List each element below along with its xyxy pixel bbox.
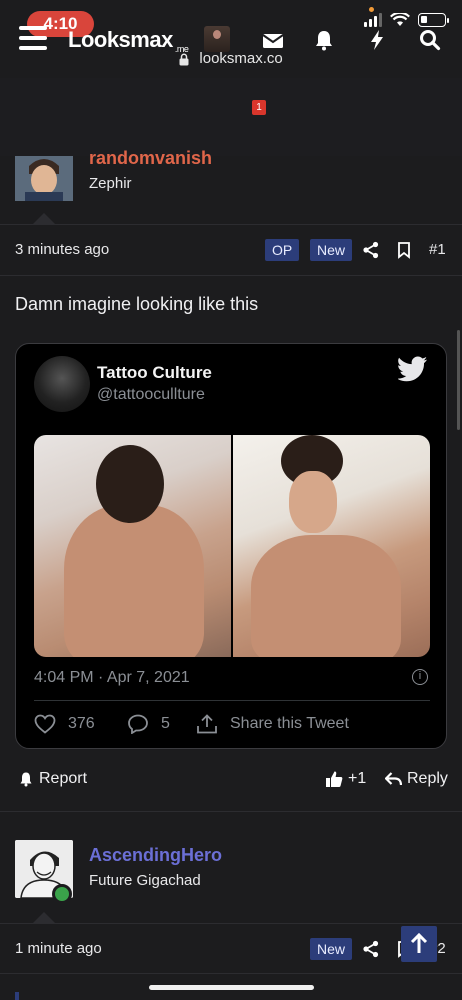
lock-icon bbox=[179, 53, 189, 66]
post-time[interactable]: 3 minutes ago bbox=[15, 241, 109, 258]
divider bbox=[0, 973, 462, 974]
home-indicator[interactable] bbox=[149, 985, 314, 990]
divider bbox=[34, 700, 430, 701]
reply-arrow-icon bbox=[385, 771, 402, 785]
author-name[interactable]: AscendingHero bbox=[89, 845, 222, 866]
bell-icon bbox=[20, 772, 32, 787]
scroll-to-top-button[interactable] bbox=[401, 926, 437, 962]
divider bbox=[0, 275, 462, 276]
user-block-pointer bbox=[33, 213, 55, 224]
user-block-pointer bbox=[33, 912, 55, 923]
search-icon[interactable] bbox=[417, 27, 443, 53]
tweet-author-name[interactable]: Tattoo Culture bbox=[97, 363, 212, 383]
inbox-badge: 1 bbox=[252, 100, 266, 115]
embedded-tweet[interactable]: Tattoo Culture @tattoocullture 4:04 PM ·… bbox=[15, 343, 447, 749]
tweet-image[interactable] bbox=[34, 435, 231, 657]
tweet-like-button[interactable]: 376 bbox=[34, 714, 95, 734]
tweet-image[interactable] bbox=[233, 435, 430, 657]
lightning-icon[interactable] bbox=[364, 27, 390, 53]
user-avatar[interactable] bbox=[204, 26, 230, 52]
new-badge: New bbox=[310, 938, 353, 960]
author-avatar[interactable] bbox=[15, 156, 73, 201]
online-status-icon bbox=[52, 884, 72, 904]
op-badge: OP bbox=[265, 239, 300, 261]
post-time[interactable]: 1 minute ago bbox=[15, 940, 102, 957]
report-button[interactable]: Report bbox=[18, 770, 87, 788]
like-count: 376 bbox=[68, 715, 95, 732]
post-meta: 3 minutes ago OP New #1 bbox=[15, 239, 447, 263]
divider bbox=[0, 224, 462, 225]
bell-icon[interactable] bbox=[311, 27, 337, 53]
heart-icon bbox=[34, 714, 56, 734]
share-label: Share this Tweet bbox=[230, 715, 349, 732]
author-title: Future Gigachad bbox=[89, 872, 201, 889]
like-button[interactable]: +1 bbox=[325, 770, 366, 788]
next-post-edge bbox=[15, 992, 19, 1000]
arrow-up-icon bbox=[410, 932, 428, 953]
menu-icon[interactable] bbox=[19, 26, 47, 50]
reply-button[interactable]: Reply bbox=[385, 770, 448, 788]
tweet-avatar[interactable] bbox=[34, 356, 90, 412]
wifi-icon bbox=[390, 13, 410, 26]
post-number[interactable]: #1 bbox=[429, 241, 446, 258]
tweet-media[interactable] bbox=[34, 435, 430, 657]
inbox-icon[interactable] bbox=[260, 27, 286, 53]
tweet-date[interactable]: 4:04 PM · Apr 7, 2021 bbox=[34, 669, 190, 687]
site-navbar bbox=[0, 78, 462, 156]
post-separator bbox=[0, 811, 462, 812]
upload-icon bbox=[197, 714, 217, 734]
share-icon[interactable] bbox=[362, 940, 380, 958]
divider bbox=[0, 923, 462, 924]
reply-count: 5 bbox=[161, 715, 170, 732]
thumbs-up-icon bbox=[326, 771, 343, 787]
post-body: Damn imagine looking like this bbox=[15, 294, 259, 314]
post-actions: Report +1 Reply bbox=[15, 770, 448, 794]
scrollbar[interactable] bbox=[457, 330, 460, 430]
tweet-author-handle[interactable]: @tattoocullture bbox=[97, 386, 205, 404]
battery-icon bbox=[418, 13, 449, 27]
tweet-reply-button[interactable]: 5 bbox=[127, 714, 170, 734]
bookmark-icon[interactable] bbox=[395, 241, 413, 259]
comment-icon bbox=[128, 714, 148, 734]
status-icons bbox=[364, 13, 449, 27]
privacy-indicator-dot bbox=[369, 7, 374, 12]
post-meta: 1 minute ago New #2 bbox=[15, 938, 447, 962]
signal-icon bbox=[364, 13, 382, 27]
author-name[interactable]: randomvanish bbox=[89, 148, 212, 169]
share-icon[interactable] bbox=[362, 241, 380, 259]
tweet-share-button[interactable]: Share this Tweet bbox=[196, 714, 349, 734]
author-title: Zephir bbox=[89, 175, 132, 192]
new-badge: New bbox=[310, 239, 353, 261]
info-icon[interactable]: i bbox=[412, 669, 428, 685]
twitter-bird-icon[interactable] bbox=[398, 356, 428, 382]
like-count-label: +1 bbox=[348, 770, 367, 787]
site-logo[interactable]: Looksmax .me bbox=[68, 27, 189, 54]
